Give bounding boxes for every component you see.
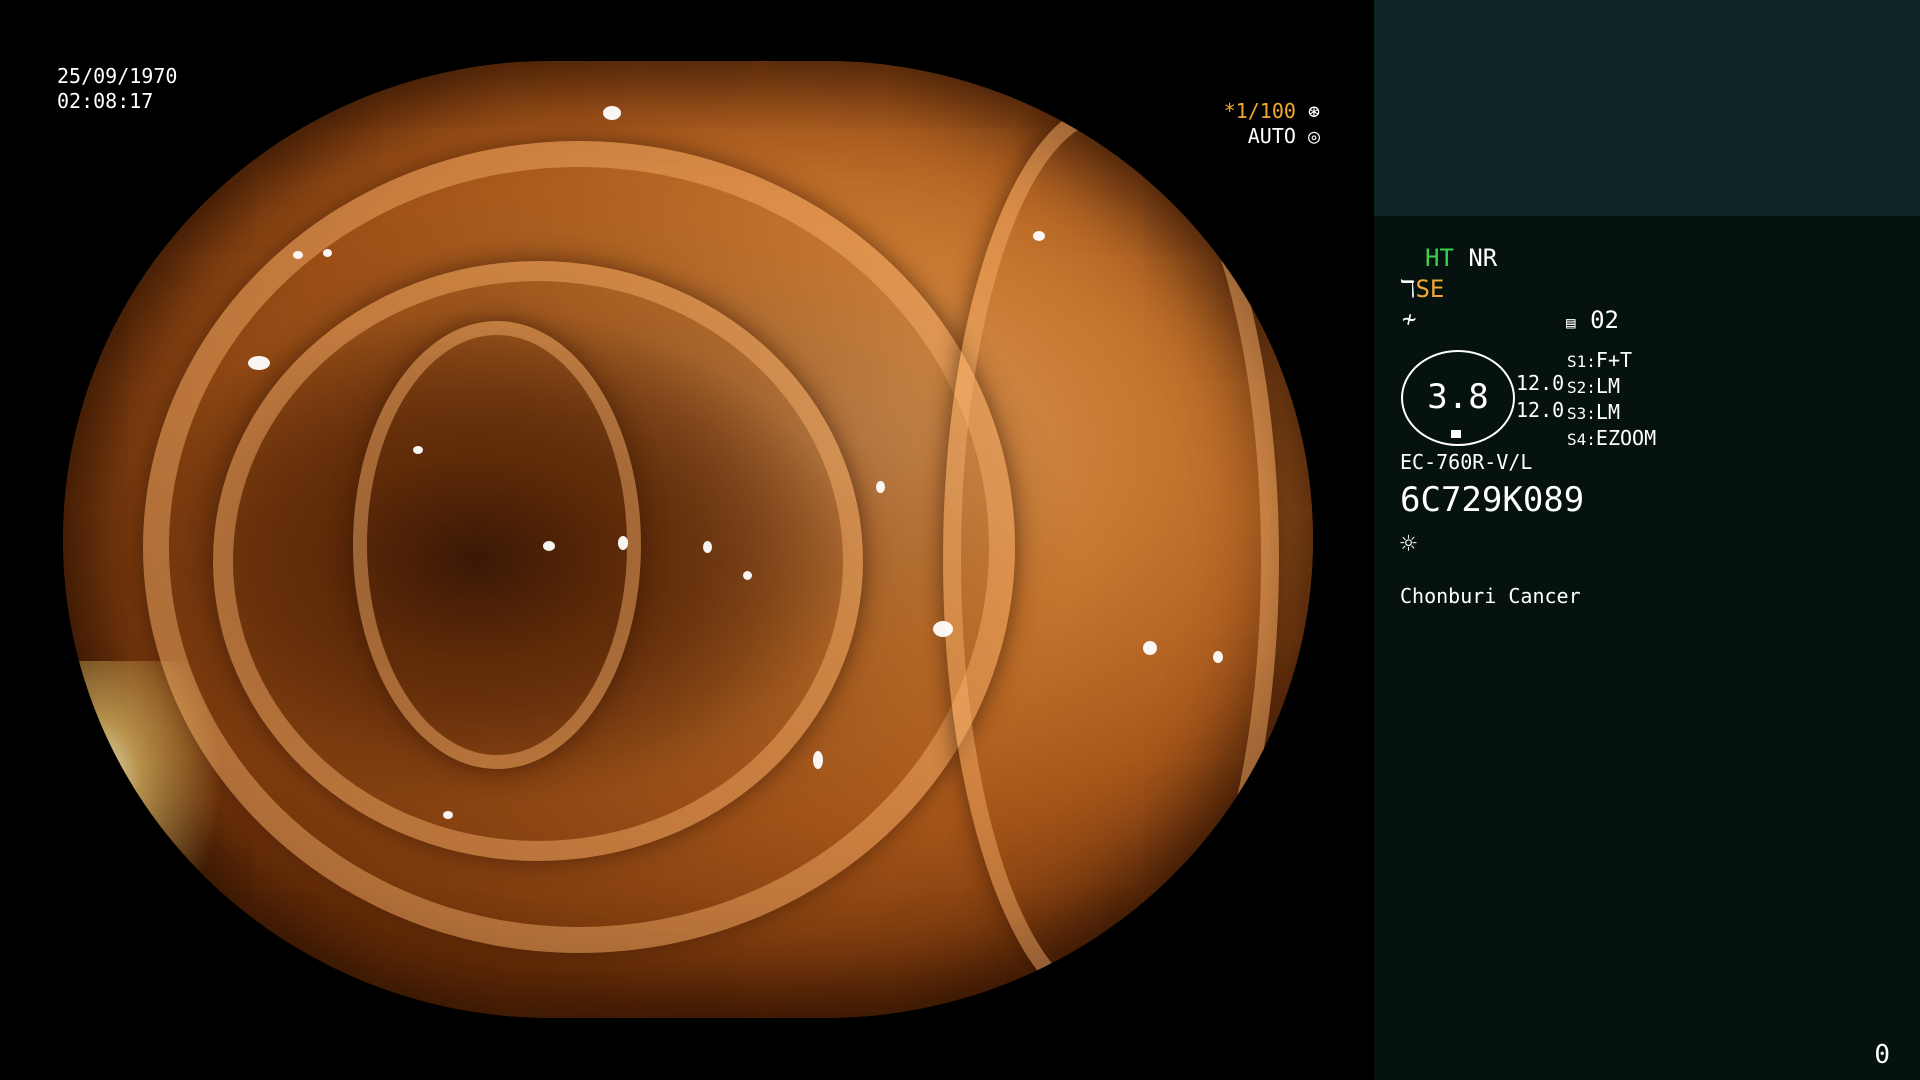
scope-serial: 6C729K089 [1400, 480, 1585, 520]
specular-highlight [248, 356, 270, 370]
specular-highlight [813, 751, 823, 769]
info-panel [1374, 216, 1920, 1080]
info-panel-header [1374, 0, 1920, 216]
specular-highlight [1143, 641, 1157, 655]
aperture-icon: ⊛ [1307, 99, 1320, 123]
specular-highlight [323, 249, 332, 257]
specular-highlight [603, 106, 621, 120]
switch-item: S4:EZOOM [1567, 426, 1657, 450]
specular-highlight [933, 621, 953, 637]
light-glare [63, 661, 223, 961]
processing-status: HT NR [1425, 244, 1497, 272]
se-indicator: SE [1415, 275, 1445, 303]
mucosal-fold [943, 101, 1279, 1017]
iris-icon: ◎ [1307, 124, 1320, 148]
switch-item: S3:LM [1567, 400, 1620, 424]
endoscopic-image [63, 61, 1313, 1018]
value-a: 12.0 [1516, 371, 1565, 395]
shutter-speed-label: *1/100 [1223, 99, 1296, 123]
nr-indicator: NR [1468, 244, 1498, 272]
scope-model: EC-760R-V/L [1400, 450, 1533, 474]
specular-highlight [743, 571, 752, 580]
scope-icon: ℸ [1400, 275, 1416, 303]
colon-lumen-view [63, 61, 1313, 1018]
time-label: 02:08:17 [57, 89, 154, 113]
enhancement-icon: ≁ [1402, 305, 1417, 333]
ht-indicator: HT [1425, 244, 1454, 272]
specular-highlight [1033, 231, 1045, 241]
switch-item: S1:F+T [1567, 348, 1633, 372]
mucosal-fold [353, 321, 641, 769]
specular-highlight [443, 811, 453, 819]
value-column: 12.0 12.0 [1516, 370, 1564, 424]
specular-highlight [543, 541, 555, 551]
zoom-value: 3.8 [1427, 377, 1489, 417]
date-label: 25/09/1970 [57, 64, 178, 88]
memory-icon: ▤ [1566, 313, 1576, 332]
specular-highlight [1213, 651, 1223, 663]
switch-item: S2:LM [1567, 374, 1620, 398]
zoom-marker [1451, 430, 1461, 438]
specular-highlight [618, 536, 628, 550]
institution-name: Chonburi Cancer [1400, 584, 1581, 608]
iris-mode-label: AUTO [1247, 124, 1296, 148]
shutter-display: *1/100 ⊛ AUTO ◎ [1224, 99, 1320, 149]
specular-highlight [413, 446, 423, 454]
date-time-display: 25/09/1970 02:08:17 [57, 64, 177, 114]
frame-counter: 0 [1874, 1040, 1890, 1070]
specular-highlight [703, 541, 712, 553]
light-icon: ☼ [1400, 527, 1417, 560]
switch-list: S1:F+T S2:LM S3:LM S4:EZOOM [1567, 348, 1656, 452]
memory-value: 02 [1590, 306, 1619, 334]
endoscope-viewport: 25/09/1970 02:08:17 *1/100 ⊛ AUTO ◎ [0, 0, 1374, 1080]
se-row: ℸSE [1400, 275, 1444, 303]
memory-row: ▤ 02 [1566, 306, 1619, 337]
specular-highlight [293, 251, 303, 259]
value-b: 12.0 [1516, 398, 1565, 422]
zoom-dial: 3.8 [1401, 350, 1515, 446]
specular-highlight [876, 481, 885, 493]
